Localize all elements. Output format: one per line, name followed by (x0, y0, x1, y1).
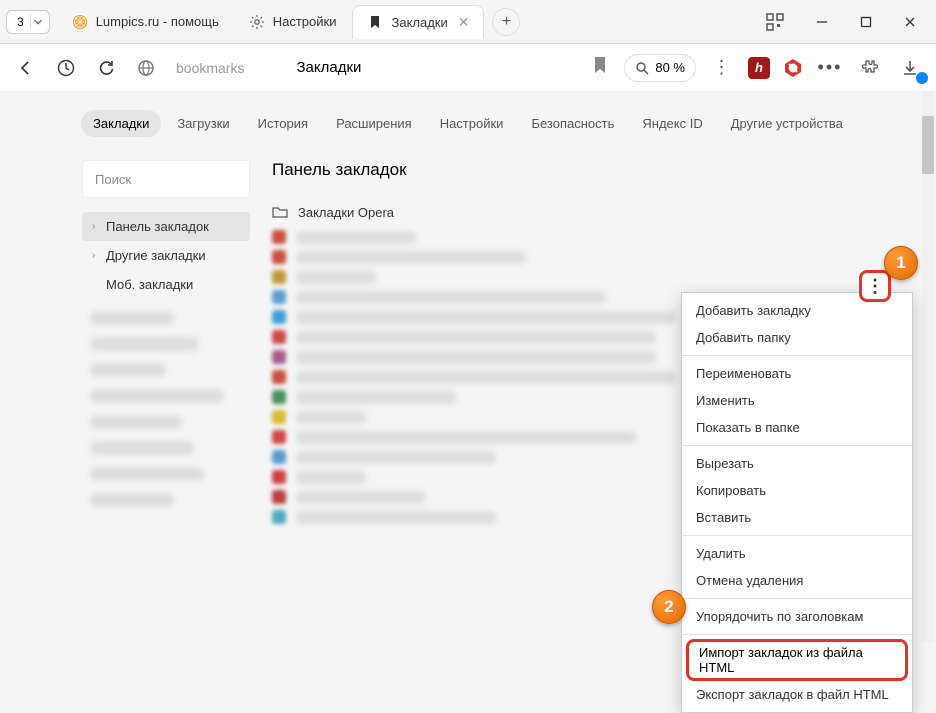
ctx-show-in-folder[interactable]: Показать в папке (682, 414, 912, 441)
gear-icon (249, 14, 265, 30)
sidebar-item-label: Панель закладок (106, 219, 209, 234)
ctx-delete[interactable]: Удалить (682, 540, 912, 567)
topnav-yandex-id[interactable]: Яндекс ID (630, 110, 714, 137)
close-button[interactable] (902, 14, 918, 30)
topnav-settings[interactable]: Настройки (428, 110, 516, 137)
address-bar: bookmarks Закладки 80 % ⋮ h ••• (0, 44, 936, 92)
zoom-value: 80 % (655, 60, 685, 75)
more-extensions[interactable]: ••• (816, 54, 844, 82)
sidebar-item-mobile-bookmarks[interactable]: ›Моб. закладки (82, 270, 250, 299)
orange-slice-icon (72, 14, 88, 30)
extensions-puzzle-icon[interactable] (856, 54, 884, 82)
ctx-undo-delete[interactable]: Отмена удаления (682, 567, 912, 594)
more-options-button[interactable]: ⋮ (859, 270, 891, 302)
sidebar-item-label: Моб. закладки (106, 277, 193, 292)
bookmark-icon (367, 14, 383, 30)
folder-icon (272, 204, 288, 220)
topnav-extensions[interactable]: Расширения (324, 110, 424, 137)
back-button[interactable] (12, 54, 40, 82)
kebab-menu[interactable]: ⋮ (708, 54, 736, 82)
downloads-button[interactable] (896, 54, 924, 82)
ctx-rename[interactable]: Переименовать (682, 360, 912, 387)
tab-settings[interactable]: Настройки (235, 5, 351, 39)
ctx-import-html[interactable]: Импорт закладок из файла HTML (686, 639, 908, 681)
settings-top-nav: Закладки Загрузки История Расширения Нас… (0, 110, 936, 137)
tab-label: Настройки (273, 14, 337, 29)
sidebar-item-other-bookmarks[interactable]: ›Другие закладки (82, 241, 250, 270)
callout-1: 1 (884, 246, 918, 280)
url-title: Закладки (296, 59, 361, 76)
url-text[interactable]: bookmarks (176, 60, 244, 76)
tab-lumpics[interactable]: Lumpics.ru - помощь (58, 5, 233, 39)
titlebar: 3 Lumpics.ru - помощь Настройки Закладки… (0, 0, 936, 44)
ctx-export-html[interactable]: Экспорт закладок в файл HTML (682, 681, 912, 708)
topnav-history[interactable]: История (246, 110, 320, 137)
topnav-other-devices[interactable]: Другие устройства (719, 110, 855, 137)
search-input[interactable]: Поиск (82, 160, 250, 198)
ctx-sort[interactable]: Упорядочить по заголовкам (682, 603, 912, 630)
topnav-bookmarks[interactable]: Закладки (81, 110, 161, 137)
ctx-edit[interactable]: Изменить (682, 387, 912, 414)
sidebar-item-label: Другие закладки (106, 248, 206, 263)
bookmark-flag-icon[interactable] (592, 56, 608, 79)
topnav-security[interactable]: Безопасность (519, 110, 626, 137)
shield-icon[interactable] (52, 54, 80, 82)
more-options-wrap: ⋮ (859, 270, 891, 302)
sidebar-blurred-items (82, 311, 250, 507)
qr-icon[interactable] (766, 13, 784, 31)
tab-label: Lumpics.ru - помощь (96, 14, 219, 29)
ctx-cut[interactable]: Вырезать (682, 450, 912, 477)
extension-icon-1[interactable]: h (748, 57, 770, 79)
reload-button[interactable] (92, 54, 120, 82)
sidebar: Поиск ›Панель закладок ›Другие закладки … (82, 160, 250, 519)
minimize-button[interactable] (814, 14, 830, 30)
folder-label: Закладки Opera (298, 205, 394, 220)
download-badge (916, 72, 928, 84)
site-lock-icon[interactable] (132, 54, 160, 82)
content-area: Закладки Загрузки История Расширения Нас… (0, 92, 936, 642)
main-heading: Панель закладок (272, 160, 910, 180)
bookmark-folder[interactable]: Закладки Opera (272, 204, 910, 220)
context-menu: Добавить закладку Добавить папку Переиме… (681, 292, 913, 713)
ctx-paste[interactable]: Вставить (682, 504, 912, 531)
extension-icon-adblock[interactable] (782, 57, 804, 79)
zoom-indicator[interactable]: 80 % (624, 54, 696, 82)
tab-label: Закладки (391, 15, 447, 30)
tab-bookmarks[interactable]: Закладки ✕ (352, 5, 484, 39)
tab-counter[interactable]: 3 (6, 10, 50, 34)
close-icon[interactable]: ✕ (458, 14, 470, 31)
window-controls (814, 14, 918, 30)
new-tab-button[interactable]: + (492, 8, 520, 36)
maximize-button[interactable] (858, 14, 874, 30)
topnav-downloads[interactable]: Загрузки (165, 110, 241, 137)
search-icon (635, 61, 649, 75)
ctx-copy[interactable]: Копировать (682, 477, 912, 504)
sidebar-item-bookmark-bar[interactable]: ›Панель закладок (82, 212, 250, 241)
tab-count-number: 3 (11, 15, 31, 29)
callout-2: 2 (652, 590, 686, 624)
scrollbar-track[interactable] (922, 92, 934, 642)
ctx-add-folder[interactable]: Добавить папку (682, 324, 912, 351)
chevron-down-icon (31, 15, 45, 29)
